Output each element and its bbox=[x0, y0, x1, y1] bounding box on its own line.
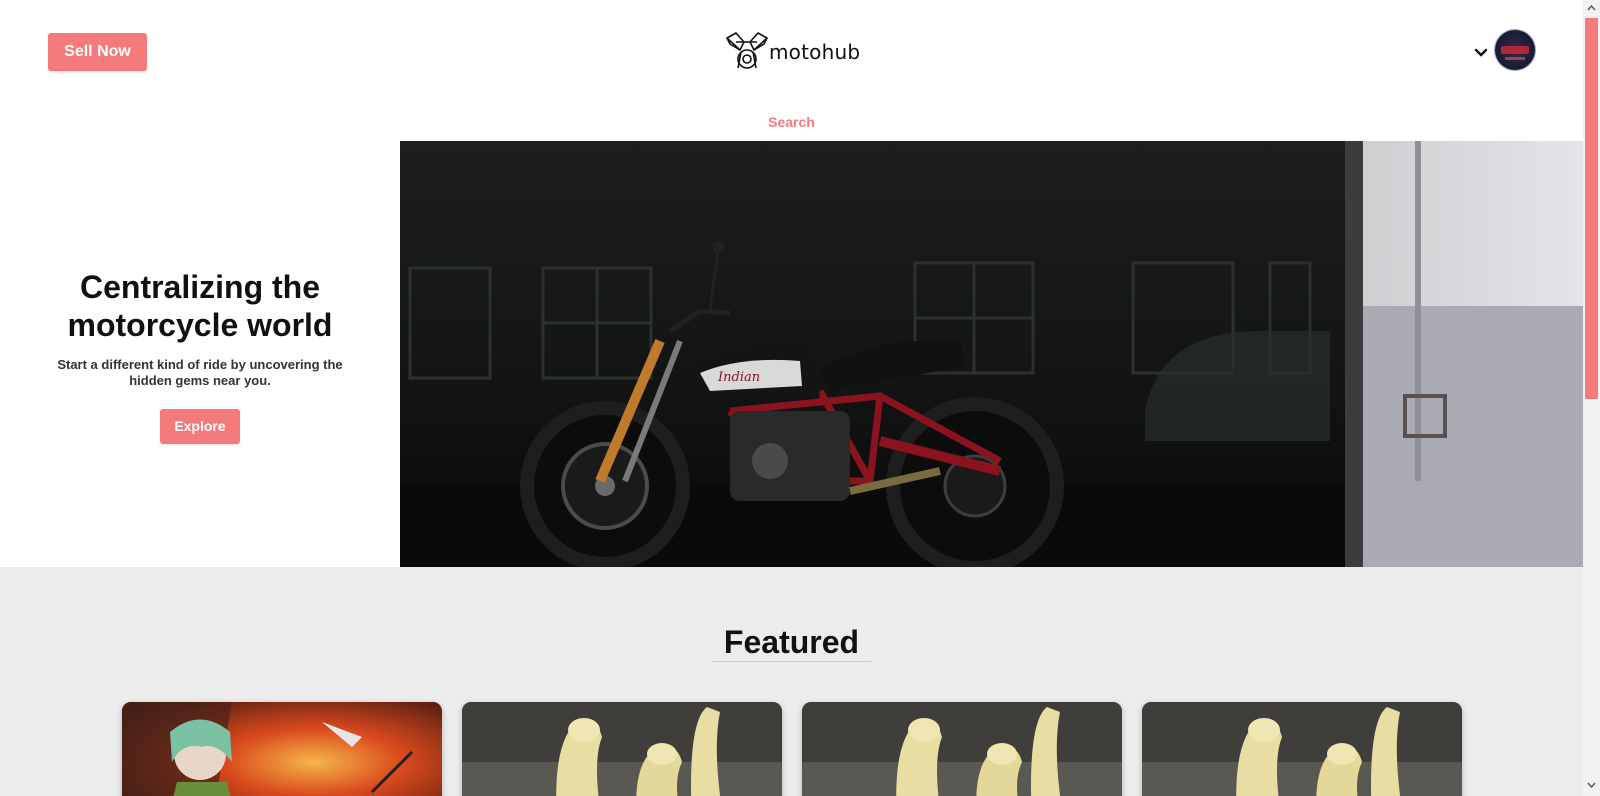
featured-card[interactable] bbox=[462, 702, 782, 796]
avatar-image-detail bbox=[1505, 57, 1525, 60]
hero-title: Centralizing the motorcycle world bbox=[67, 269, 333, 343]
brand-name: motohub bbox=[769, 40, 861, 64]
user-menu[interactable] bbox=[1474, 30, 1535, 70]
hero-content: Centralizing the motorcycle world Start … bbox=[40, 268, 360, 444]
chevron-down-icon[interactable] bbox=[1474, 48, 1488, 58]
featured-card[interactable] bbox=[802, 702, 1122, 796]
scroll-up-arrow-icon[interactable] bbox=[1587, 5, 1596, 11]
engine-pistons-icon bbox=[726, 32, 768, 69]
explore-button[interactable]: Explore bbox=[160, 409, 240, 444]
featured-section: Featured bbox=[0, 567, 1583, 796]
bike-brand-text: Indian bbox=[717, 370, 760, 385]
avatar-image-detail bbox=[1501, 46, 1529, 54]
hero-motorcycle-image: Indian bbox=[400, 141, 1583, 567]
page: Sell Now motohub Search Centralizing the… bbox=[0, 0, 1583, 796]
brand-logo[interactable]: motohub bbox=[724, 30, 860, 74]
page-scrollbar[interactable] bbox=[1583, 0, 1600, 796]
scroll-down-arrow-icon[interactable] bbox=[1587, 782, 1596, 788]
hero-subtitle: Start a different kind of ride by uncove… bbox=[57, 357, 343, 388]
banana-ducks-image bbox=[802, 702, 1122, 796]
title-divider bbox=[712, 661, 871, 662]
scrollbar-thumb[interactable] bbox=[1585, 18, 1598, 399]
sell-now-button[interactable]: Sell Now bbox=[48, 33, 147, 71]
banana-ducks-image bbox=[462, 702, 782, 796]
featured-card[interactable] bbox=[122, 702, 442, 796]
banana-ducks-image bbox=[1142, 702, 1462, 796]
search-link[interactable]: Search bbox=[0, 114, 1583, 130]
avatar[interactable] bbox=[1495, 30, 1535, 70]
anime-character-image bbox=[122, 702, 442, 796]
featured-title: Featured bbox=[723, 624, 860, 660]
featured-card[interactable] bbox=[1142, 702, 1462, 796]
